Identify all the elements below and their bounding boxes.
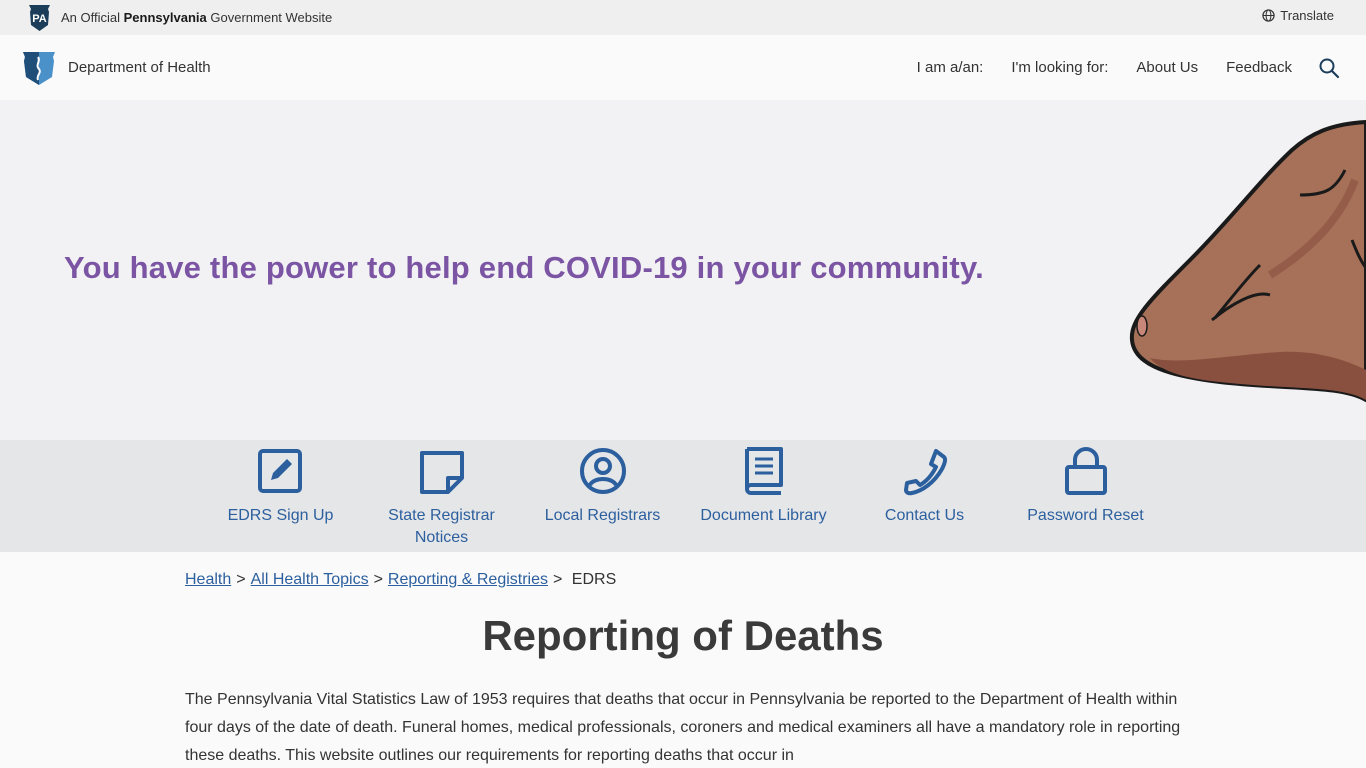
lock-icon [1064, 447, 1107, 495]
flexed-arm-illustration [1129, 119, 1366, 403]
breadcrumb-link-reporting-registries[interactable]: Reporting & Registries [388, 571, 548, 588]
quick-link-password-reset[interactable]: Password Reset [1005, 445, 1166, 527]
site-header: Department of Health I am a/an: I'm look… [0, 35, 1366, 100]
phone-icon [903, 449, 947, 496]
quick-link-edrs-sign-up[interactable]: EDRS Sign Up [200, 445, 361, 527]
nav-about-us[interactable]: About Us [1136, 59, 1198, 76]
quick-link-local-registrars[interactable]: Local Registrars [522, 445, 683, 527]
nav-feedback[interactable]: Feedback [1226, 59, 1292, 76]
nav-looking-for[interactable]: I'm looking for: [1011, 59, 1108, 76]
svg-text:PA: PA [32, 13, 47, 25]
official-site-notice: An Official Pennsylvania Government Webs… [61, 10, 333, 25]
quick-links-bar: EDRS Sign Up State Registrar Notices Loc… [0, 440, 1366, 552]
book-icon [744, 447, 783, 495]
breadcrumb-link-all-health-topics[interactable]: All Health Topics [251, 571, 369, 588]
translate-button[interactable]: Translate [1262, 8, 1334, 23]
user-circle-icon [579, 448, 626, 494]
breadcrumb: Health > All Health Topics > Reporting & Reg… [185, 571, 617, 588]
hero-message: You have the power to help end COVID-19 … [64, 250, 984, 285]
breadcrumb-link-health[interactable]: Health [185, 571, 231, 588]
nav-i-am[interactable]: I am a/an: [917, 59, 984, 76]
translate-label: Translate [1280, 8, 1334, 23]
pa-keystone-logo-icon: PA [29, 5, 50, 31]
intro-paragraph: The Pennsylvania Vital Statistics Law of… [185, 691, 1181, 764]
sticky-note-icon [419, 451, 464, 494]
hero-banner: You have the power to help end COVID-19 … [0, 100, 1366, 440]
official-government-bar: PA An Official Pennsylvania Government W… [0, 0, 1366, 35]
keystone-logo-icon[interactable] [22, 51, 56, 85]
main-nav: I am a/an: I'm looking for: About Us Fee… [889, 35, 1366, 100]
quick-link-state-registrar-notices[interactable]: State Registrar Notices [361, 445, 522, 549]
page-title: Reporting of Deaths [482, 612, 884, 659]
quick-link-document-library[interactable]: Document Library [683, 445, 844, 527]
edit-square-icon [257, 449, 302, 493]
breadcrumb-current: EDRS [571, 571, 617, 588]
quick-link-contact-us[interactable]: Contact Us [844, 445, 1005, 527]
agency-name[interactable]: Department of Health [68, 59, 211, 76]
globe-icon [1262, 9, 1275, 22]
search-icon[interactable] [1318, 57, 1340, 79]
